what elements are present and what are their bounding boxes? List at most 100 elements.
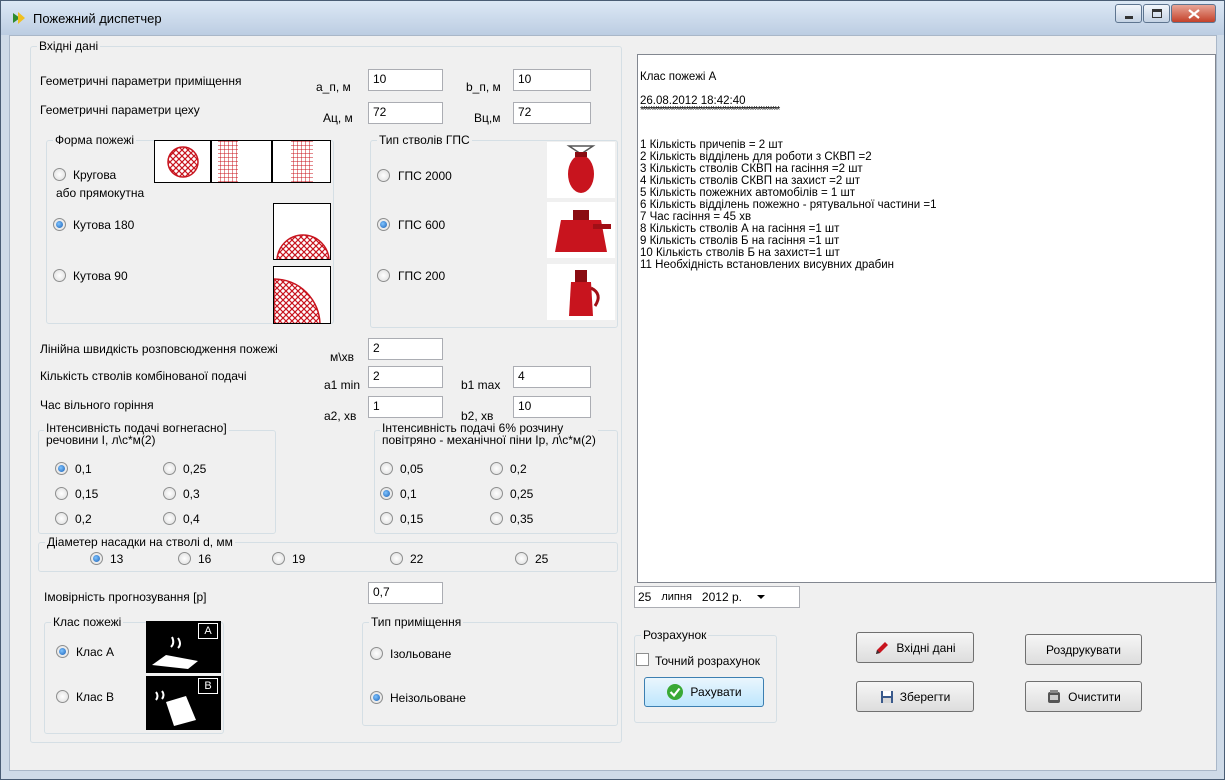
diameter-22-radio[interactable]: [390, 552, 403, 565]
fire-shape-angular180-radio[interactable]: [53, 218, 66, 231]
gps600-radio[interactable]: [377, 218, 390, 231]
diameter-19-radio[interactable]: [272, 552, 285, 565]
room-nonisolated-radio[interactable]: [370, 691, 383, 704]
foam-intensity-0-1-radio[interactable]: [380, 487, 393, 500]
result-line: 1 Кількість причепів = 2 шт: [640, 139, 783, 151]
result-line: [640, 83, 1215, 95]
fire-class-b-radio[interactable]: [56, 690, 69, 703]
clear-button[interactable]: Очистити: [1025, 681, 1142, 712]
agent-intensity-0-1-radio[interactable]: [55, 462, 68, 475]
diameter-13-label: 13: [110, 552, 124, 566]
fire-shape-angular90-radio[interactable]: [53, 269, 66, 282]
room-b-label: b_п, м: [466, 80, 501, 94]
agent-intensity-0-4-label: 0,4: [183, 512, 200, 526]
minimize-button[interactable]: [1115, 4, 1142, 23]
gps600-nozzle-icon: [547, 202, 615, 258]
input-data-button[interactable]: Вхідні дані: [856, 632, 974, 663]
combined-min-input[interactable]: 2: [368, 366, 443, 388]
clear-icon: [1048, 689, 1061, 703]
result-line: [640, 127, 1215, 139]
diameter-25-label: 25: [535, 552, 549, 566]
room-nonisolated-label: Неізольоване: [390, 691, 466, 705]
date-picker[interactable]: 25 липня 2012 р.: [634, 586, 800, 608]
agent-intensity-0-3-radio[interactable]: [163, 487, 176, 500]
room-params-label: Геометричні параметри приміщення: [40, 74, 242, 88]
foam-intensity-0-2-label: 0,2: [510, 462, 527, 476]
fire-class-a-radio[interactable]: [56, 645, 69, 658]
room-b-input[interactable]: 10: [513, 69, 591, 91]
agent-intensity-0-15-radio[interactable]: [55, 487, 68, 500]
diameter-16-radio[interactable]: [178, 552, 191, 565]
agent-intensity-0-4-radio[interactable]: [163, 512, 176, 525]
workshop-params-label: Геометричні параметри цеху: [40, 103, 200, 117]
result-line: 3 Кількість стволів СКВП на гасіння =2 ш…: [640, 163, 863, 175]
fire-shape-legend: Форма пожежі: [53, 133, 137, 147]
room-isolated-radio[interactable]: [370, 647, 383, 660]
fire-shape-angular90-label: Кутова 90: [73, 269, 128, 283]
date-year: 2012 р.: [701, 590, 742, 604]
gps200-label: ГПС 200: [398, 269, 446, 283]
result-line: 9 Кількість стволів Б на гасіння =1 шт: [640, 235, 840, 247]
combined-nozzles-label: Кількість стволів комбінованої подачі: [40, 369, 247, 383]
foam-intensity-0-35-radio[interactable]: [490, 512, 503, 525]
spread-speed-input[interactable]: 2: [368, 338, 443, 360]
workshop-a-input[interactable]: 72: [368, 102, 443, 124]
gps2000-label: ГПС 2000: [398, 169, 452, 183]
pencil-icon: [876, 641, 889, 654]
fire-class-legend: Клас пожежі: [51, 615, 124, 629]
fire-class-b-icon: В: [146, 676, 221, 730]
save-label: Зберегти: [899, 689, 951, 704]
free-burning-a-input[interactable]: 1: [368, 396, 443, 418]
title-bar[interactable]: Пожежний диспетчер: [1, 1, 1224, 35]
agent-intensity-0-2-radio[interactable]: [55, 512, 68, 525]
combined-max-input[interactable]: 4: [513, 366, 591, 388]
diameter-13-radio[interactable]: [90, 552, 103, 565]
workshop-b-input[interactable]: 72: [513, 102, 591, 124]
main-window: Пожежний диспетчер Вхідні дані Геометрич…: [0, 0, 1225, 780]
gps2000-radio[interactable]: [377, 169, 390, 182]
calculation-legend: Розрахунок: [641, 628, 709, 642]
workshop-b-label: Вц,м: [474, 111, 501, 125]
result-line: 11 Необхідність встановлених висувних др…: [640, 259, 894, 271]
results-textarea[interactable]: Клас пожежі А 26.08.2012 18:42:40 *******…: [637, 54, 1216, 583]
exact-calc-label: Точний розрахунок: [655, 654, 761, 668]
gps2000-nozzle-icon: [547, 142, 615, 198]
angular90-diagram: [273, 266, 331, 324]
combined-max-label: b1 max: [461, 378, 501, 392]
fire-shape-angular180-label: Кутова 180: [73, 218, 135, 232]
agent-intensity-0-25-label: 0,25: [183, 462, 207, 476]
fire-class-a-icon: А: [146, 621, 221, 673]
maximize-button[interactable]: [1143, 4, 1170, 23]
room-type-legend: Тип приміщення: [369, 615, 464, 629]
close-icon: [1188, 9, 1200, 19]
room-a-input[interactable]: 10: [368, 69, 443, 91]
print-button[interactable]: Роздрукувати: [1025, 634, 1142, 665]
exact-calc-checkbox[interactable]: [636, 653, 649, 666]
gps200-radio[interactable]: [377, 269, 390, 282]
foam-intensity-0-15-radio[interactable]: [380, 512, 393, 525]
foam-intensity-0-2-radio[interactable]: [490, 462, 503, 475]
nozzle-diameter-group: Діаметер насадки на стволі d, мм: [38, 535, 618, 572]
diameter-25-radio[interactable]: [515, 552, 528, 565]
foam-intensity-0-15-label: 0,15: [400, 512, 424, 526]
calculate-button[interactable]: Рахувати: [644, 677, 764, 707]
save-button[interactable]: Зберегти: [856, 681, 974, 712]
intensity-foam-legend-2: повітряно - механічної піни Iр, л\с*м(2): [382, 433, 596, 447]
intensity-agent-group: Інтенсивність подачі вогнегасно] речовин…: [38, 422, 276, 534]
agent-intensity-0-15-label: 0,15: [75, 487, 99, 501]
chevron-down-icon[interactable]: [756, 594, 766, 600]
angular180-diagram: [273, 203, 331, 260]
diameter-16-label: 16: [198, 552, 212, 566]
foam-intensity-0-25-radio[interactable]: [490, 487, 503, 500]
result-line: 5 Кількість пожежних автомобілів = 1 шт: [640, 187, 855, 199]
close-button[interactable]: [1171, 4, 1216, 23]
fire-shape-circular-radio[interactable]: [53, 168, 66, 181]
probability-input[interactable]: 0,7: [368, 582, 443, 604]
agent-intensity-0-25-radio[interactable]: [163, 462, 176, 475]
room-type-group: Тип приміщення: [362, 615, 618, 726]
foam-intensity-0-05-radio[interactable]: [380, 462, 393, 475]
result-line: Клас пожежі А: [640, 71, 717, 83]
diameter-19-label: 19: [292, 552, 306, 566]
free-burning-b-input[interactable]: 10: [513, 396, 591, 418]
fire-class-b-label: Клас В: [76, 690, 115, 704]
